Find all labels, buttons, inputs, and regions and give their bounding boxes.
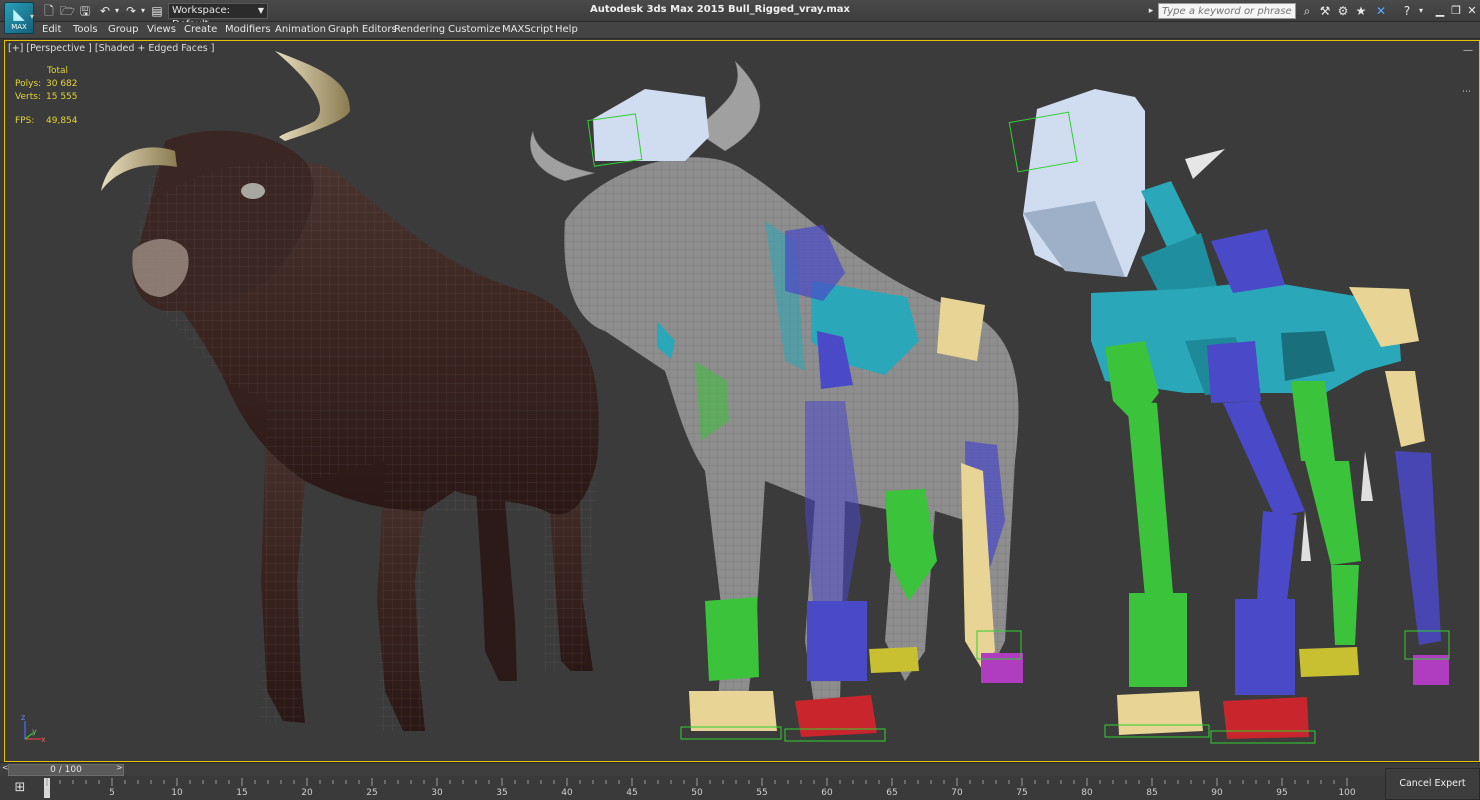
- ruler-tick-label: 0: [44, 788, 50, 798]
- search-input[interactable]: [1158, 3, 1296, 19]
- viewport-close-icon[interactable]: —: [1463, 45, 1473, 56]
- ruler-tick-label: 20: [301, 788, 313, 798]
- wireframe-bull-with-bones: [530, 60, 1023, 742]
- menu-bar: Edit Tools Group Views Create Modifiers …: [0, 22, 1480, 39]
- menu-views[interactable]: Views: [147, 24, 176, 35]
- viewport-label[interactable]: [+] [Perspective ] [Shaded + Edged Faces…: [8, 43, 214, 54]
- bone-rig: [1008, 89, 1450, 744]
- workspace-dropdown[interactable]: Workspace: Default ▼: [168, 3, 268, 30]
- search-dropdown-icon[interactable]: ▸: [1144, 4, 1158, 18]
- verts-value: 15 555: [46, 92, 78, 102]
- axis-y-label: y: [32, 727, 37, 736]
- ruler-tick-label: 100: [1338, 788, 1356, 798]
- axis-x-label: x: [41, 735, 46, 744]
- ruler-tick-label: 70: [951, 788, 963, 798]
- menu-maxscript[interactable]: MAXScript: [502, 24, 553, 35]
- ruler-tick-label: 40: [561, 788, 573, 798]
- fps-label: FPS:: [15, 116, 35, 126]
- ruler-tick-label: 85: [1146, 788, 1158, 798]
- textured-bull: [101, 51, 599, 731]
- communication-center-icon[interactable]: ⚒: [1318, 4, 1332, 18]
- cancel-expert-mode-button[interactable]: Cancel Expert Mode: [1385, 768, 1480, 800]
- help-icon[interactable]: ?: [1400, 4, 1414, 18]
- close-button[interactable]: ✕: [1464, 3, 1480, 19]
- ruler-tick-label: 65: [886, 788, 898, 798]
- binoculars-icon[interactable]: ⌕: [1300, 4, 1314, 18]
- time-next-button[interactable]: >: [116, 763, 123, 772]
- logo-text: MAX: [11, 23, 27, 31]
- viewport-menu-icon[interactable]: ⋯: [1462, 87, 1471, 97]
- menu-help[interactable]: Help: [555, 24, 578, 35]
- ruler-tick-label: 35: [496, 788, 508, 798]
- ruler-tick-label: 45: [626, 788, 638, 798]
- help-dropdown-icon[interactable]: ▾: [1414, 4, 1428, 18]
- ruler-tick-label: 30: [431, 788, 443, 798]
- window-title: Autodesk 3ds Max 2015 Bull_Rigged_vray.m…: [590, 4, 850, 15]
- menu-rendering[interactable]: Rendering: [394, 24, 445, 35]
- menu-customize[interactable]: Customize: [448, 24, 501, 35]
- ruler-tick-label: 10: [171, 788, 183, 798]
- undo-dropdown-icon[interactable]: ▾: [110, 4, 124, 18]
- verts-label: Verts:: [15, 92, 41, 102]
- x-icon[interactable]: ✕: [1374, 4, 1388, 18]
- ruler-tick-label: 25: [366, 788, 378, 798]
- menu-tools[interactable]: Tools: [73, 24, 98, 35]
- star-icon[interactable]: ★: [1354, 4, 1368, 18]
- max-logo-icon: ◣: [13, 5, 25, 23]
- scene-render: [101, 51, 1450, 744]
- new-file-icon[interactable]: 🗋: [42, 4, 56, 18]
- ruler-tick-label: 80: [1081, 788, 1093, 798]
- minimize-button[interactable]: ▁: [1432, 3, 1448, 19]
- ruler-tick-label: 75: [1016, 788, 1028, 798]
- time-slider-bar: < 0 / 100 >: [0, 762, 1480, 776]
- sign-in-icon[interactable]: ⚙: [1336, 4, 1350, 18]
- menu-animation[interactable]: Animation: [275, 24, 326, 35]
- menu-graph-editors[interactable]: Graph Editors: [328, 24, 397, 35]
- maximize-button[interactable]: ❐: [1448, 3, 1464, 19]
- title-bar: ◣ MAX ▾ 🗋 🗁 🖫 ↶ ▾ ↷ ▾ ▤ Workspace: Defau…: [0, 0, 1480, 34]
- axis-z-label: z: [21, 713, 26, 722]
- open-file-icon[interactable]: 🗁: [60, 4, 75, 18]
- polys-value: 30 682: [46, 79, 78, 89]
- menu-modifiers[interactable]: Modifiers: [225, 24, 271, 35]
- menu-group[interactable]: Group: [108, 24, 138, 35]
- time-slider[interactable]: 0 / 100: [8, 764, 124, 776]
- ruler-tick-label: 15: [236, 788, 248, 798]
- ruler-tick-label: 50: [691, 788, 703, 798]
- project-folder-icon[interactable]: ▤: [150, 4, 164, 18]
- chevron-down-icon: ▼: [257, 6, 264, 15]
- polys-label: Polys:: [15, 79, 42, 89]
- fps-value: 49,854: [46, 116, 78, 126]
- perspective-viewport[interactable]: [+] [Perspective ] [Shaded + Edged Faces…: [4, 40, 1480, 762]
- track-ruler-labels: 0 5 10 15 20 25 30 35 40 45 50 55 60 65 70 75 80 85 90 95 10…: [44, 776, 1384, 800]
- redo-dropdown-icon[interactable]: ▾: [136, 4, 150, 18]
- track-bar[interactable]: ⊞ 0 5 10 15 20 25 30 35 40 45 50 55 60 65 70 75 80 85 90 95…: [0, 776, 1480, 800]
- time-slider-frame: 0 / 100: [50, 765, 82, 775]
- ruler-tick-label: 60: [821, 788, 833, 798]
- ruler-tick-label: 5: [109, 788, 115, 798]
- ruler-tick-label: 55: [756, 788, 768, 798]
- curve-editor-icon[interactable]: ⊞: [10, 780, 30, 796]
- stats-header: Total: [47, 66, 69, 76]
- menu-edit[interactable]: Edit: [42, 24, 61, 35]
- chevron-down-icon[interactable]: ▾: [30, 12, 34, 21]
- save-icon[interactable]: 🖫: [78, 4, 92, 18]
- ruler-tick-label: 90: [1211, 788, 1223, 798]
- ruler-tick-label: 95: [1276, 788, 1288, 798]
- menu-create[interactable]: Create: [184, 24, 217, 35]
